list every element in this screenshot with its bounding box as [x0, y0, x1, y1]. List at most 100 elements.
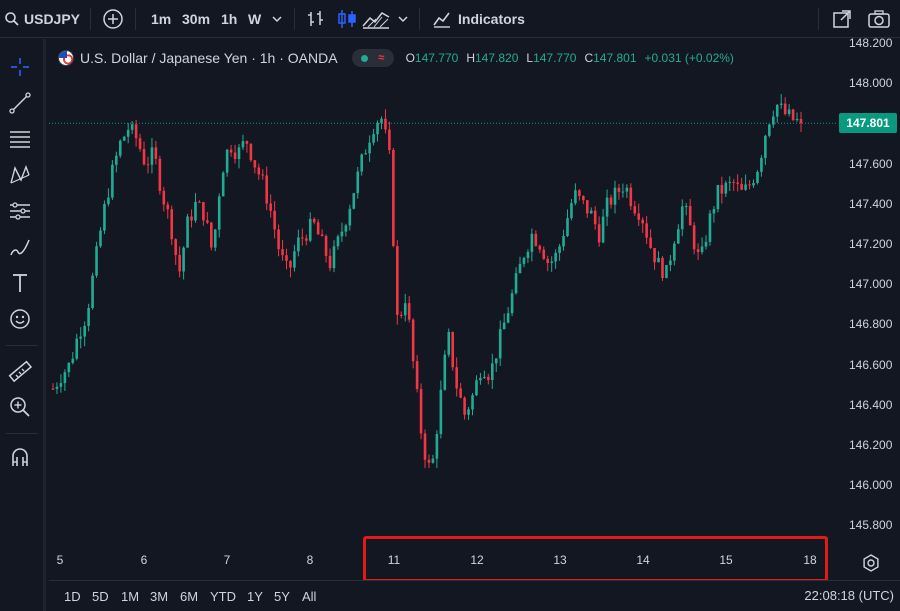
text-tool[interactable] [4, 267, 36, 299]
range-1m[interactable]: 1M [121, 589, 139, 604]
bar-style-button[interactable] [306, 0, 326, 38]
chart-pane[interactable] [49, 39, 837, 546]
usd-flag-icon [58, 50, 74, 66]
candle [720, 176, 724, 204]
candle [550, 256, 553, 272]
price-label: 146.800 [849, 317, 893, 332]
candle [245, 140, 249, 153]
candle [150, 138, 154, 174]
chevron-down-icon [398, 16, 408, 23]
fib-tool[interactable] [4, 123, 36, 155]
candles-style-button[interactable] [336, 0, 358, 38]
indicators-icon [433, 12, 450, 28]
candles-icon [338, 10, 356, 28]
zoom-tool[interactable] [4, 391, 36, 423]
range-1d[interactable]: 1D [64, 589, 81, 604]
timeframe-30m[interactable]: 30m [182, 0, 210, 38]
candle [158, 155, 162, 195]
candle [328, 248, 332, 272]
candlestick-chart[interactable] [49, 39, 837, 546]
candle [708, 209, 712, 246]
time-scale[interactable]: 5 6 7 8 11 12 13 14 15 18 [49, 546, 837, 576]
candle [115, 151, 118, 173]
candle [103, 200, 106, 235]
timeframe-w[interactable]: W [248, 0, 261, 38]
brush-tool[interactable] [4, 231, 36, 263]
timeframe-dropdown[interactable] [271, 0, 283, 38]
time-label: 18 [803, 553, 817, 567]
symbol-label: USDJPY [24, 11, 81, 27]
range-5d[interactable]: 5D [92, 589, 109, 604]
candle [562, 229, 565, 251]
scale-settings-button[interactable] [860, 552, 882, 574]
clock[interactable]: 22:08:18 (UTC) [804, 588, 894, 603]
area-style-button[interactable] [362, 0, 390, 38]
price-label: 147.200 [849, 237, 893, 251]
candle [621, 183, 625, 198]
symbol-title[interactable]: U.S. Dollar / Japanese Yen · 1h · OANDA [80, 50, 338, 66]
candle [764, 134, 767, 165]
zoom-in-icon [10, 397, 30, 417]
candle [206, 211, 209, 225]
symbol-search[interactable]: USDJPY [4, 0, 80, 38]
candle [297, 229, 300, 257]
smiley-icon [10, 309, 30, 329]
candle [510, 289, 514, 317]
indicators-label: Indicators [458, 11, 525, 27]
candle [99, 227, 102, 248]
candle [91, 272, 94, 310]
range-5y[interactable]: 5Y [274, 589, 290, 604]
time-label: 6 [140, 553, 148, 567]
range-6m[interactable]: 6M [180, 589, 198, 604]
candle [760, 155, 763, 177]
gear-icon [863, 554, 879, 572]
candle [546, 255, 550, 272]
indicators-button[interactable]: Indicators [432, 0, 525, 38]
timeframe-1h[interactable]: 1h [221, 0, 237, 38]
ohlc-high: H147.820 [466, 51, 519, 65]
drawing-toolbar [0, 39, 46, 611]
candle [107, 188, 110, 207]
range-all[interactable]: All [302, 589, 316, 604]
trend-line-tool[interactable] [4, 87, 36, 119]
crosshair-tool[interactable] [4, 51, 36, 83]
price-label: 148.200 [849, 36, 893, 50]
crosshair-icon [11, 58, 29, 76]
candle [198, 200, 201, 203]
pattern-tool[interactable] [4, 159, 36, 191]
candle [463, 396, 466, 420]
time-label: 14 [636, 553, 650, 567]
candle [526, 249, 530, 263]
timeframe-1m[interactable]: 1m [151, 0, 171, 38]
candle [122, 135, 126, 142]
candle [673, 241, 676, 266]
candle [249, 143, 253, 163]
candle [518, 256, 522, 274]
candle [431, 454, 435, 464]
candle [384, 109, 387, 134]
candle [574, 183, 577, 206]
emoji-tool[interactable] [4, 303, 36, 335]
range-ytd[interactable]: YTD [210, 589, 236, 604]
range-3m[interactable]: 3M [150, 589, 168, 604]
candle [439, 380, 443, 439]
ruler-tool[interactable] [4, 355, 36, 387]
magnet-tool[interactable] [4, 441, 36, 473]
price-label: 146.600 [849, 357, 893, 372]
time-label: 7 [223, 553, 231, 567]
candle [411, 318, 415, 369]
market-status[interactable]: ≈ [351, 49, 394, 67]
fullscreen-button[interactable] [832, 0, 852, 38]
candle [447, 328, 451, 358]
tools-divider [6, 433, 38, 434]
candle [669, 254, 672, 272]
trend-line-icon [9, 92, 31, 114]
compare-button[interactable] [102, 0, 124, 38]
chart-type-dropdown[interactable] [397, 0, 409, 38]
candle [700, 237, 704, 255]
range-1y[interactable]: 1Y [247, 589, 263, 604]
prediction-tool[interactable] [4, 195, 36, 227]
candle [356, 166, 360, 199]
price-scale[interactable]: 148.200148.000147.800147.600147.400147.2… [837, 36, 900, 546]
snapshot-button[interactable] [868, 0, 890, 38]
